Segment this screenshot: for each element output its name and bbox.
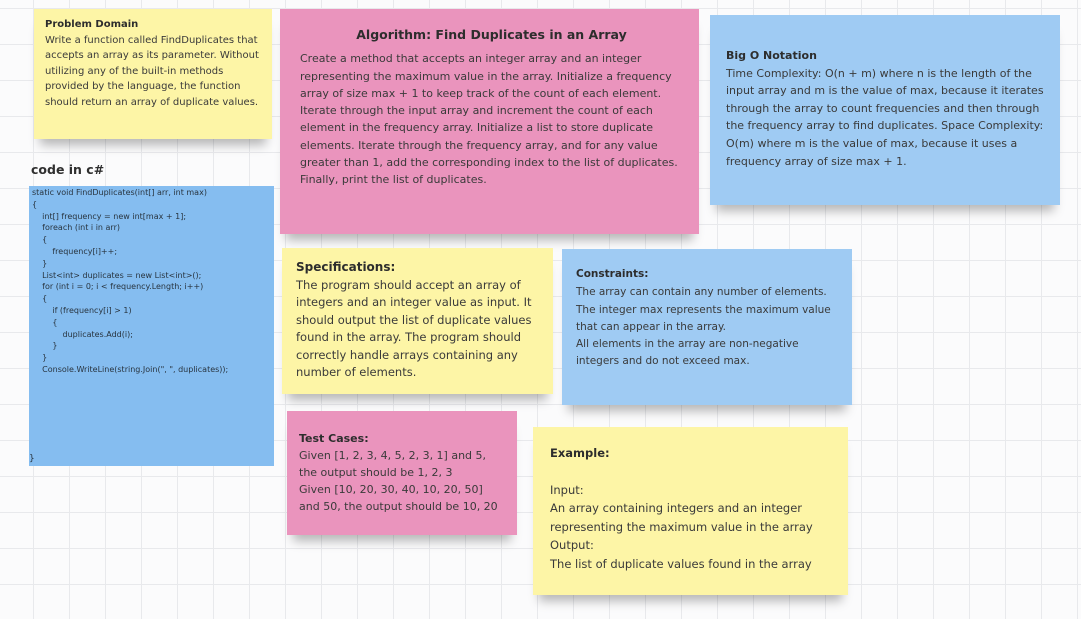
big-o-title: Big O Notation — [726, 49, 817, 62]
specifications-title: Specifications: — [296, 260, 396, 274]
algorithm-note[interactable]: Algorithm: Find Duplicates in an Array C… — [280, 9, 699, 234]
code-line: { — [32, 317, 58, 327]
code-line: duplicates.Add(i); — [32, 329, 133, 339]
constraints-line: The array can contain any number of elem… — [576, 286, 827, 299]
test-case-line: Given [1, 2, 3, 4, 5, 2, 3, 1] and 5, th… — [299, 449, 487, 479]
code-line: } — [32, 353, 48, 363]
problem-domain-note[interactable]: Problem Domain Write a function called F… — [34, 9, 272, 139]
code-line: if (frequency[i] > 1) — [32, 305, 132, 315]
constraints-line: The integer max represents the maximum v… — [576, 303, 831, 333]
code-line: static void FindDuplicates(int[] arr, in… — [32, 188, 207, 197]
specifications-body: The program should accept an array of in… — [296, 277, 532, 380]
code-block[interactable]: static void FindDuplicates(int[] arr, in… — [29, 186, 274, 466]
example-output-label: Output: — [550, 538, 594, 552]
big-o-note[interactable]: Big O Notation Time Complexity: O(n + m)… — [710, 15, 1060, 205]
example-title: Example: — [550, 446, 610, 460]
code-heading: code in c# — [31, 162, 105, 177]
big-o-body: Time Complexity: O(n + m) where n is the… — [726, 66, 1044, 168]
code-line: frequency[i]++; — [32, 246, 118, 256]
example-input-text: An array containing integers and an inte… — [550, 501, 813, 534]
code-line: } — [32, 341, 58, 351]
code-closing-brace: } — [29, 454, 35, 464]
code-line: List<int> duplicates = new List<int>(); — [32, 270, 202, 280]
test-case-line: Given [10, 20, 30, 40, 10, 20, 50] and 5… — [299, 483, 498, 513]
example-output-text: The list of duplicate values found in th… — [550, 556, 812, 571]
code-line: for (int i = 0; i < frequency.Length; i+… — [32, 282, 204, 292]
code-line: } — [32, 258, 48, 268]
problem-domain-title: Problem Domain — [45, 19, 139, 30]
example-note[interactable]: Example: Input: An array containing inte… — [533, 427, 848, 595]
code-line: { — [32, 235, 48, 245]
constraints-title: Constraints: — [576, 268, 649, 280]
algorithm-body: Create a method that accepts an integer … — [300, 52, 678, 187]
code-line: int[] frequency = new int[max + 1]; — [32, 211, 187, 221]
constraints-line: All elements in the array are non-negati… — [576, 338, 799, 368]
constraints-note[interactable]: Constraints: The array can contain any n… — [562, 249, 852, 405]
test-cases-title: Test Cases: — [299, 432, 369, 445]
code-line: Console.WriteLine(string.Join(", ", dupl… — [32, 364, 229, 374]
code-line: { — [32, 294, 48, 304]
example-input-label: Input: — [550, 482, 584, 497]
code-line: foreach (int i in arr) — [32, 223, 120, 233]
code-line: { — [32, 199, 38, 209]
algorithm-title: Algorithm: Find Duplicates in an Array — [356, 27, 627, 42]
test-cases-note[interactable]: Test Cases: Given [1, 2, 3, 4, 5, 2, 3, … — [287, 411, 517, 535]
problem-domain-body: Write a function called FindDuplicates t… — [45, 34, 259, 108]
specifications-note[interactable]: Specifications: The program should accep… — [282, 248, 553, 394]
